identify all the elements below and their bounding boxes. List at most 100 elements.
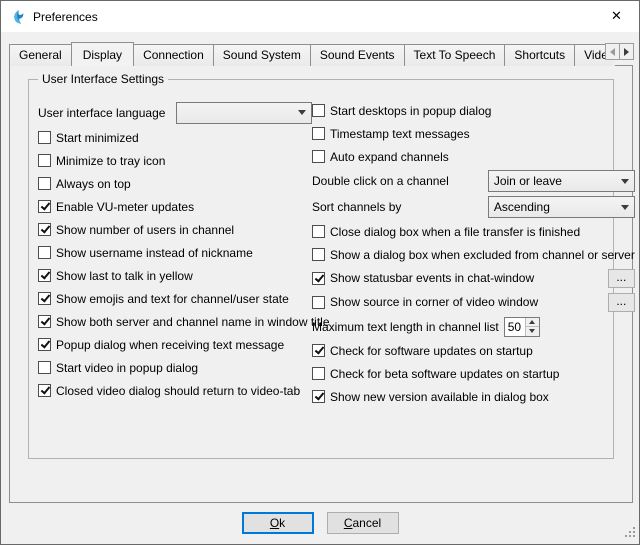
combobox-value: Ascending (494, 200, 617, 214)
tab-display[interactable]: Display (71, 42, 134, 66)
resize-grip[interactable] (624, 526, 637, 542)
tab-scroll-right-button[interactable] (619, 43, 634, 60)
tab-strip: General Display Connection Sound System … (9, 39, 615, 66)
chevron-down-icon (298, 110, 306, 115)
max-text-length-spinner[interactable]: 50 (504, 317, 540, 337)
checkbox-beta-updates[interactable]: Check for beta software updates on start… (312, 362, 635, 385)
checkbox-label: Show emojis and text for channel/user st… (56, 292, 289, 306)
checkbox-close-on-file-transfer[interactable]: Close dialog box when a file transfer is… (312, 220, 635, 243)
left-column: User interface language Start minimized … (38, 99, 312, 408)
checkbox-label: Show number of users in channel (56, 223, 234, 237)
sort-channels-combobox[interactable]: Ascending (488, 196, 635, 218)
tab-sound-system[interactable]: Sound System (213, 44, 311, 66)
video-source-browse-button[interactable]: ... (608, 293, 635, 312)
left-arrow-icon (610, 48, 615, 56)
checkbox-icon (38, 384, 51, 397)
checkbox-label: Close dialog box when a file transfer is… (330, 225, 580, 239)
checkbox-label: Show statusbar events in chat-window (330, 271, 534, 285)
up-arrow-icon (529, 320, 535, 324)
checkbox-popup-on-text-message[interactable]: Popup dialog when receiving text message (38, 333, 312, 356)
checkbox-label: Show source in corner of video window (330, 295, 538, 309)
checkbox-icon (38, 246, 51, 259)
window-title: Preferences (33, 10, 98, 24)
checkbox-statusbar-events[interactable]: Show statusbar events in chat-window ... (312, 266, 635, 290)
checkbox-icon (38, 131, 51, 144)
checkbox-icon (312, 104, 325, 117)
sort-channels-row: Sort channels by Ascending (312, 194, 635, 220)
checkbox-icon (312, 367, 325, 380)
right-arrow-icon (624, 48, 629, 56)
checkbox-server-channel-in-title[interactable]: Show both server and channel name in win… (38, 310, 312, 333)
checkbox-last-talk-yellow[interactable]: Show last to talk in yellow (38, 264, 312, 287)
spinner-buttons (525, 318, 539, 336)
checkbox-start-video-popup[interactable]: Start video in popup dialog (38, 356, 312, 379)
checkbox-timestamp-messages[interactable]: Timestamp text messages (312, 122, 635, 145)
double-click-combobox[interactable]: Join or leave (488, 170, 635, 192)
max-text-length-label: Maximum text length in channel list (312, 320, 499, 334)
checkbox-icon (38, 361, 51, 374)
tab-sound-events[interactable]: Sound Events (310, 44, 405, 66)
checkbox-new-version-dialog[interactable]: Show new version available in dialog box (312, 385, 635, 408)
tab-general[interactable]: General (9, 44, 72, 66)
checkbox-icon (312, 127, 325, 140)
checkbox-start-desktops-popup[interactable]: Start desktops in popup dialog (312, 99, 635, 122)
checkbox-icon (38, 177, 51, 190)
checkbox-label: Check for software updates on startup (330, 344, 533, 358)
language-combobox[interactable] (176, 102, 312, 124)
checkbox-icon (38, 315, 51, 328)
titlebar: Preferences ✕ (1, 1, 639, 32)
checkbox-label: Show new version available in dialog box (330, 390, 549, 404)
checkbox-icon (38, 223, 51, 236)
checkbox-label: Show both server and channel name in win… (56, 315, 330, 329)
checkbox-icon (312, 225, 325, 238)
close-button[interactable]: ✕ (594, 1, 639, 31)
checkbox-label: Start desktops in popup dialog (330, 104, 491, 118)
checkbox-show-user-count[interactable]: Show number of users in channel (38, 218, 312, 241)
tab-scroll-left-button[interactable] (605, 43, 620, 60)
checkbox-icon (312, 390, 325, 403)
user-interface-settings-group: User Interface Settings User interface l… (28, 79, 614, 459)
ok-button[interactable]: Ok (242, 512, 314, 534)
checkbox-closed-video-return[interactable]: Closed video dialog should return to vid… (38, 379, 312, 402)
checkbox-label: Always on top (56, 177, 131, 191)
tab-text-to-speech[interactable]: Text To Speech (404, 44, 506, 66)
preferences-window: Preferences ✕ General Display Connection… (0, 0, 640, 545)
footer: Ok Cancel (1, 512, 639, 534)
right-column: Start desktops in popup dialog Timestamp… (312, 99, 635, 408)
tab-connection[interactable]: Connection (133, 44, 214, 66)
checkbox-icon (38, 154, 51, 167)
checkbox-icon (312, 344, 325, 357)
checkbox-always-on-top[interactable]: Always on top (38, 172, 312, 195)
checkbox-emojis-and-text[interactable]: Show emojis and text for channel/user st… (38, 287, 312, 310)
checkbox-icon (38, 292, 51, 305)
tab-shortcuts[interactable]: Shortcuts (504, 44, 575, 66)
checkbox-icon (38, 200, 51, 213)
checkbox-software-updates[interactable]: Check for software updates on startup (312, 339, 635, 362)
checkbox-icon (38, 269, 51, 282)
checkbox-start-minimized[interactable]: Start minimized (38, 126, 312, 149)
checkbox-icon (312, 248, 325, 261)
combobox-value: Join or leave (494, 174, 617, 188)
cancel-button[interactable]: Cancel (327, 512, 399, 534)
checkbox-show-username[interactable]: Show username instead of nickname (38, 241, 312, 264)
chevron-down-icon (621, 205, 629, 210)
checkbox-label: Minimize to tray icon (56, 154, 165, 168)
spinner-up-button[interactable] (526, 318, 539, 328)
checkbox-video-source-corner[interactable]: Show source in corner of video window ..… (312, 290, 635, 314)
tab-scroll-control (605, 43, 634, 60)
spinner-value: 50 (505, 318, 525, 336)
checkbox-minimize-to-tray[interactable]: Minimize to tray icon (38, 149, 312, 172)
ok-button-label: Ok (270, 516, 285, 530)
app-icon (10, 9, 26, 25)
chevron-down-icon (621, 179, 629, 184)
down-arrow-icon (529, 329, 535, 333)
checkbox-excluded-dialog[interactable]: Show a dialog box when excluded from cha… (312, 243, 635, 266)
checkbox-label: Show last to talk in yellow (56, 269, 193, 283)
spinner-down-button[interactable] (526, 327, 539, 336)
checkbox-auto-expand-channels[interactable]: Auto expand channels (312, 145, 635, 168)
group-title: User Interface Settings (38, 72, 168, 86)
checkbox-icon (312, 272, 325, 285)
statusbar-events-browse-button[interactable]: ... (608, 269, 635, 288)
checkbox-vu-meter-updates[interactable]: Enable VU-meter updates (38, 195, 312, 218)
double-click-label: Double click on a channel (312, 174, 449, 188)
